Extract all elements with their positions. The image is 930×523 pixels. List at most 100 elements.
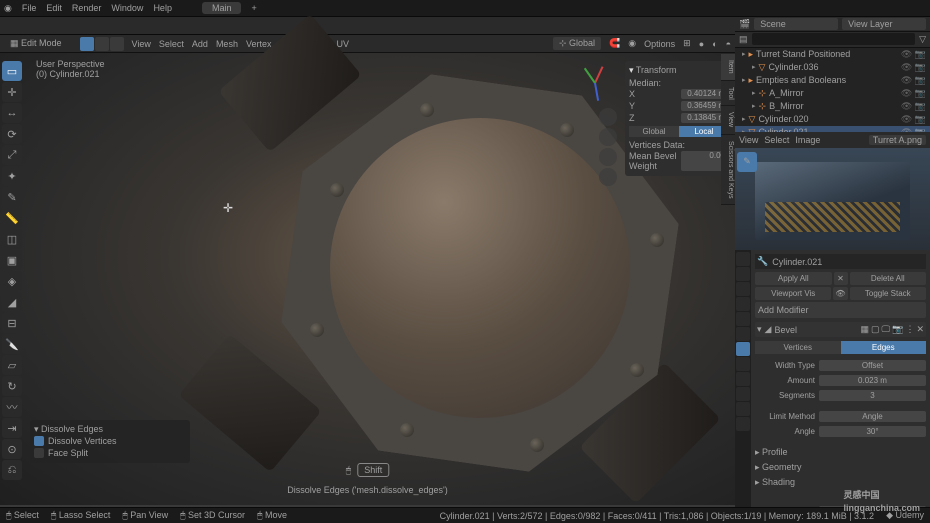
tab-material[interactable] xyxy=(736,417,750,431)
menu-render[interactable]: Render xyxy=(72,3,102,13)
shrink-tool-icon[interactable]: ⊙ xyxy=(2,439,22,459)
edges-toggle[interactable]: Edges xyxy=(841,341,927,354)
toggle-stack-button[interactable]: Toggle Stack xyxy=(850,287,926,300)
viewport-vis-button[interactable]: Viewport Vis xyxy=(755,287,831,300)
outliner-search[interactable] xyxy=(752,33,916,45)
space-toggle[interactable]: Global Local xyxy=(629,126,729,137)
dissolve-verts-checkbox[interactable] xyxy=(34,436,44,446)
shading-section[interactable]: ▸ Shading xyxy=(755,477,795,488)
mod-render-icon[interactable]: 📷 xyxy=(892,324,903,335)
mode-dropdown[interactable]: ▦ Edit Mode xyxy=(4,37,68,50)
expand-icon[interactable]: ▾ xyxy=(757,324,762,335)
outliner-row[interactable]: ▸▸Empties and Booleans👁 📷 xyxy=(735,74,930,87)
segments-value[interactable]: 3 xyxy=(819,390,926,401)
mod-menu-icon[interactable]: ⋮ xyxy=(905,324,914,335)
cursor-tool-icon[interactable]: ✛ xyxy=(2,82,22,102)
proportional-icon[interactable]: ◉ xyxy=(628,38,636,49)
poly-build-tool-icon[interactable]: ▱ xyxy=(2,355,22,375)
outliner-row[interactable]: ▸▽Cylinder.036👁 📷 xyxy=(735,61,930,74)
amount-value[interactable]: 0.023 m xyxy=(819,375,926,386)
tab-object[interactable] xyxy=(736,327,750,341)
angle-value[interactable]: 30° xyxy=(819,426,926,437)
vertex-select-icon[interactable] xyxy=(80,37,94,51)
vertices-toggle[interactable]: Vertices xyxy=(755,341,841,354)
mod-close-icon[interactable]: ✕ xyxy=(916,324,924,335)
x-button[interactable]: ✕ xyxy=(834,272,848,285)
outliner-row[interactable]: ▸▸Turret Stand Positioned👁 📷 xyxy=(735,48,930,61)
face-split-checkbox[interactable] xyxy=(34,448,44,458)
operator-panel[interactable]: ▾ Dissolve Edges Dissolve Vertices Face … xyxy=(30,420,190,463)
edge-slide-tool-icon[interactable]: ⇥ xyxy=(2,418,22,438)
smooth-tool-icon[interactable]: 〰 xyxy=(2,397,22,417)
add-workspace-button[interactable]: + xyxy=(251,3,256,13)
shading-wireframe-icon[interactable]: ⊞ xyxy=(683,38,691,49)
camera-icon[interactable] xyxy=(599,148,617,166)
delete-all-button[interactable]: Delete All xyxy=(850,272,927,285)
image-editor[interactable]: View Select Image Turret A.png ✎ xyxy=(735,132,930,250)
pan-icon[interactable] xyxy=(599,128,617,146)
eye-button[interactable]: 👁 xyxy=(833,287,847,300)
tab-item[interactable]: Item xyxy=(721,54,735,81)
extrude-tool-icon[interactable]: ▣ xyxy=(2,250,22,270)
menu-file[interactable]: File xyxy=(22,3,37,13)
mod-editmode-icon[interactable]: ▦ xyxy=(861,324,870,335)
tab-scene[interactable] xyxy=(736,297,750,311)
outliner-row[interactable]: ▸⊹B_Mirror👁 📷 xyxy=(735,100,930,113)
menu-edit[interactable]: Edit xyxy=(46,3,62,13)
spin-tool-icon[interactable]: ↻ xyxy=(2,376,22,396)
tab-render[interactable] xyxy=(736,252,750,266)
tab-mesh[interactable] xyxy=(736,402,750,416)
select-menu[interactable]: Select xyxy=(159,39,184,49)
affect-toggle[interactable]: Vertices Edges xyxy=(755,341,926,354)
tab-output[interactable] xyxy=(736,267,750,281)
img-view-menu[interactable]: View xyxy=(739,135,758,145)
mod-display-icon[interactable]: ▢ xyxy=(871,324,880,335)
outliner-row[interactable]: ▸⊹A_Mirror👁 📷 xyxy=(735,87,930,100)
knife-tool-icon[interactable]: 🔪 xyxy=(2,334,22,354)
add-menu[interactable]: Add xyxy=(192,39,208,49)
annotate-tool-icon[interactable]: ✎ xyxy=(2,187,22,207)
scale-tool-icon[interactable]: ⤢ xyxy=(2,145,22,165)
tab-modifiers[interactable] xyxy=(736,342,750,356)
uv-tool-icon[interactable]: ✎ xyxy=(737,152,757,172)
outliner-row[interactable]: ▸▽Cylinder.020👁 📷 xyxy=(735,113,930,126)
options-dropdown[interactable]: Options xyxy=(644,39,675,49)
transform-tool-icon[interactable]: ✦ xyxy=(2,166,22,186)
img-image-menu[interactable]: Image xyxy=(795,135,820,145)
mesh-menu[interactable]: Mesh xyxy=(216,39,238,49)
measure-tool-icon[interactable]: 📏 xyxy=(2,208,22,228)
add-cube-tool-icon[interactable]: ◫ xyxy=(2,229,22,249)
menu-window[interactable]: Window xyxy=(111,3,143,13)
add-modifier-dropdown[interactable]: Add Modifier xyxy=(755,302,926,318)
snap-icon[interactable]: 🧲 xyxy=(609,38,620,49)
shading-rendered-icon[interactable]: ◓ xyxy=(726,39,731,49)
menu-help[interactable]: Help xyxy=(153,3,172,13)
view-menu[interactable]: View xyxy=(132,39,151,49)
shading-matcap-icon[interactable]: ◐ xyxy=(712,39,717,49)
tab-scissors[interactable]: Scissors and Keys xyxy=(721,135,735,206)
tab-tool[interactable]: Tool xyxy=(721,81,735,107)
select-box-tool-icon[interactable]: ▭ xyxy=(2,61,22,81)
apply-all-button[interactable]: Apply All xyxy=(755,272,832,285)
inset-tool-icon[interactable]: ◈ xyxy=(2,271,22,291)
perspective-icon[interactable] xyxy=(599,168,617,186)
global-toggle[interactable]: Global xyxy=(629,126,679,137)
tab-particles[interactable] xyxy=(736,357,750,371)
shading-solid-icon[interactable]: ● xyxy=(699,39,704,49)
limit-method-value[interactable]: Angle xyxy=(819,411,926,422)
outliner-mode-icon[interactable]: ▤ xyxy=(739,34,748,45)
modifier-header[interactable]: ▾ ◢ Bevel ▦ ▢ 🖵 📷 ⋮ ✕ xyxy=(755,322,926,337)
tab-physics[interactable] xyxy=(736,372,750,386)
tab-view[interactable]: View xyxy=(721,106,735,134)
outliner[interactable]: ▸▸Turret Stand Positioned👁 📷▸▽Cylinder.0… xyxy=(735,48,930,132)
operator-title[interactable]: ▾ Dissolve Edges xyxy=(34,424,186,435)
width-type-value[interactable]: Offset xyxy=(819,360,926,371)
navigation-gizmo[interactable] xyxy=(575,63,615,103)
tab-world[interactable] xyxy=(736,312,750,326)
tab-view[interactable] xyxy=(736,282,750,296)
mod-realtime-icon[interactable]: 🖵 xyxy=(882,324,891,335)
bevel-tool-icon[interactable]: ◢ xyxy=(2,292,22,312)
scene-field[interactable]: Scene xyxy=(754,18,838,30)
img-select-menu[interactable]: Select xyxy=(764,135,789,145)
move-tool-icon[interactable]: ↔ xyxy=(2,103,22,123)
